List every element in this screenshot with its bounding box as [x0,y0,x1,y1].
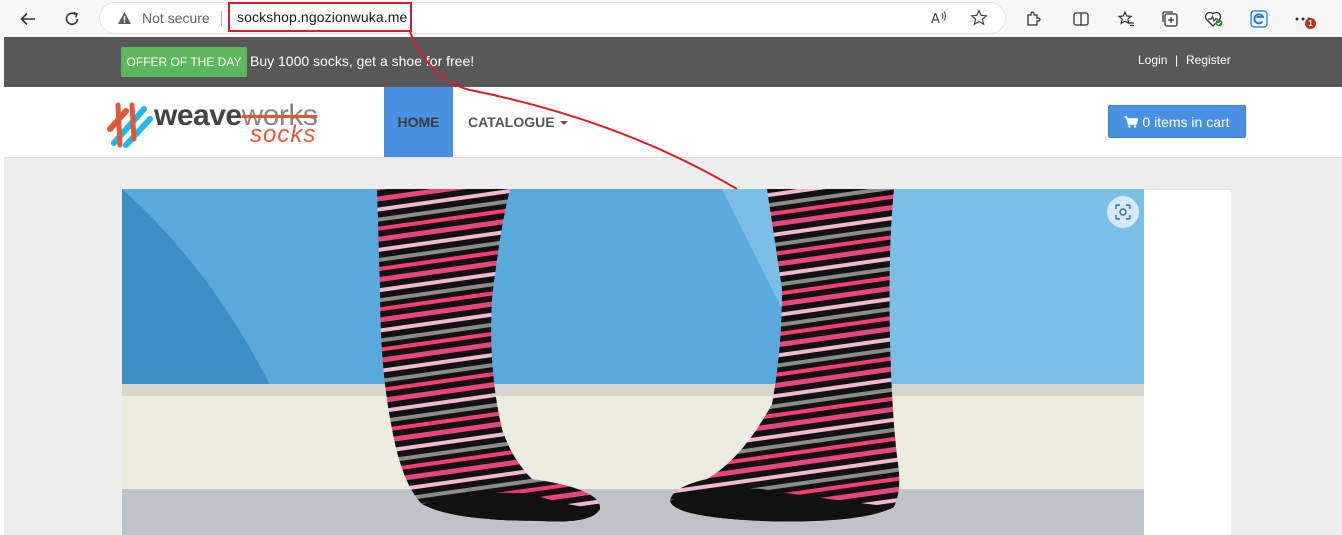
refresh-icon[interactable] [59,6,85,32]
cart-button[interactable]: 0 items in cart [1108,105,1246,138]
warning-icon [117,11,132,30]
register-link[interactable]: Register [1186,53,1231,67]
visual-search-icon[interactable] [1107,196,1139,228]
offer-of-the-day-button[interactable]: OFFER OF THE DAY [121,47,247,77]
hero-right-padding [1144,189,1231,535]
read-aloud-icon[interactable]: A [929,8,949,28]
url-text[interactable]: sockshop.ngozionwuka.me [237,9,407,25]
nav-home[interactable]: HOME [384,87,453,157]
caret-down-icon [559,121,568,126]
offer-text: Buy 1000 socks, get a shoe for free! [250,53,475,69]
browser-essentials-icon[interactable] [1203,8,1225,30]
svg-text:A: A [931,12,940,26]
address-bar[interactable]: Not secure sockshop.ngozionwuka.me A [100,2,1005,33]
login-register-separator: | [1175,53,1179,67]
browser-toolbar: Not secure sockshop.ngozionwuka.me A 1 [0,0,1342,37]
weaveworks-logo-mark [107,102,153,148]
web-page: OFFER OF THE DAY Buy 1000 socks, get a s… [4,37,1342,535]
address-separator [221,11,222,26]
collections-icon[interactable] [1159,8,1181,30]
shopping-cart-icon [1124,116,1139,128]
cart-label: 0 items in cart [1142,114,1230,130]
notification-badge: 1 [1305,18,1316,29]
logo-weave-text: weave [154,99,242,132]
edge-icon[interactable] [1248,8,1270,30]
url-annotation-box: sockshop.ngozionwuka.me [228,2,412,32]
favorite-star-icon[interactable] [969,8,989,28]
hero-socks-image [122,189,1144,535]
security-status[interactable]: Not secure [142,10,210,26]
striped-socks-photo [122,189,1144,535]
login-link[interactable]: Login [1138,53,1167,67]
nav-catalogue-label: CATALOGUE [468,114,555,130]
weaveworks-socks-logo[interactable]: weaveworks socks [106,95,356,151]
favorites-icon[interactable] [1115,8,1137,30]
extensions-icon[interactable] [1023,8,1045,30]
back-icon[interactable] [15,6,41,32]
offer-topbar: OFFER OF THE DAY Buy 1000 socks, get a s… [4,37,1342,87]
split-screen-icon[interactable] [1070,8,1092,30]
nav-catalogue[interactable]: CATALOGUE [468,114,568,130]
main-navbar: weaveworks socks HOME CATALOGUE 0 items … [4,87,1342,158]
logo-socks-text: socks [250,121,317,148]
